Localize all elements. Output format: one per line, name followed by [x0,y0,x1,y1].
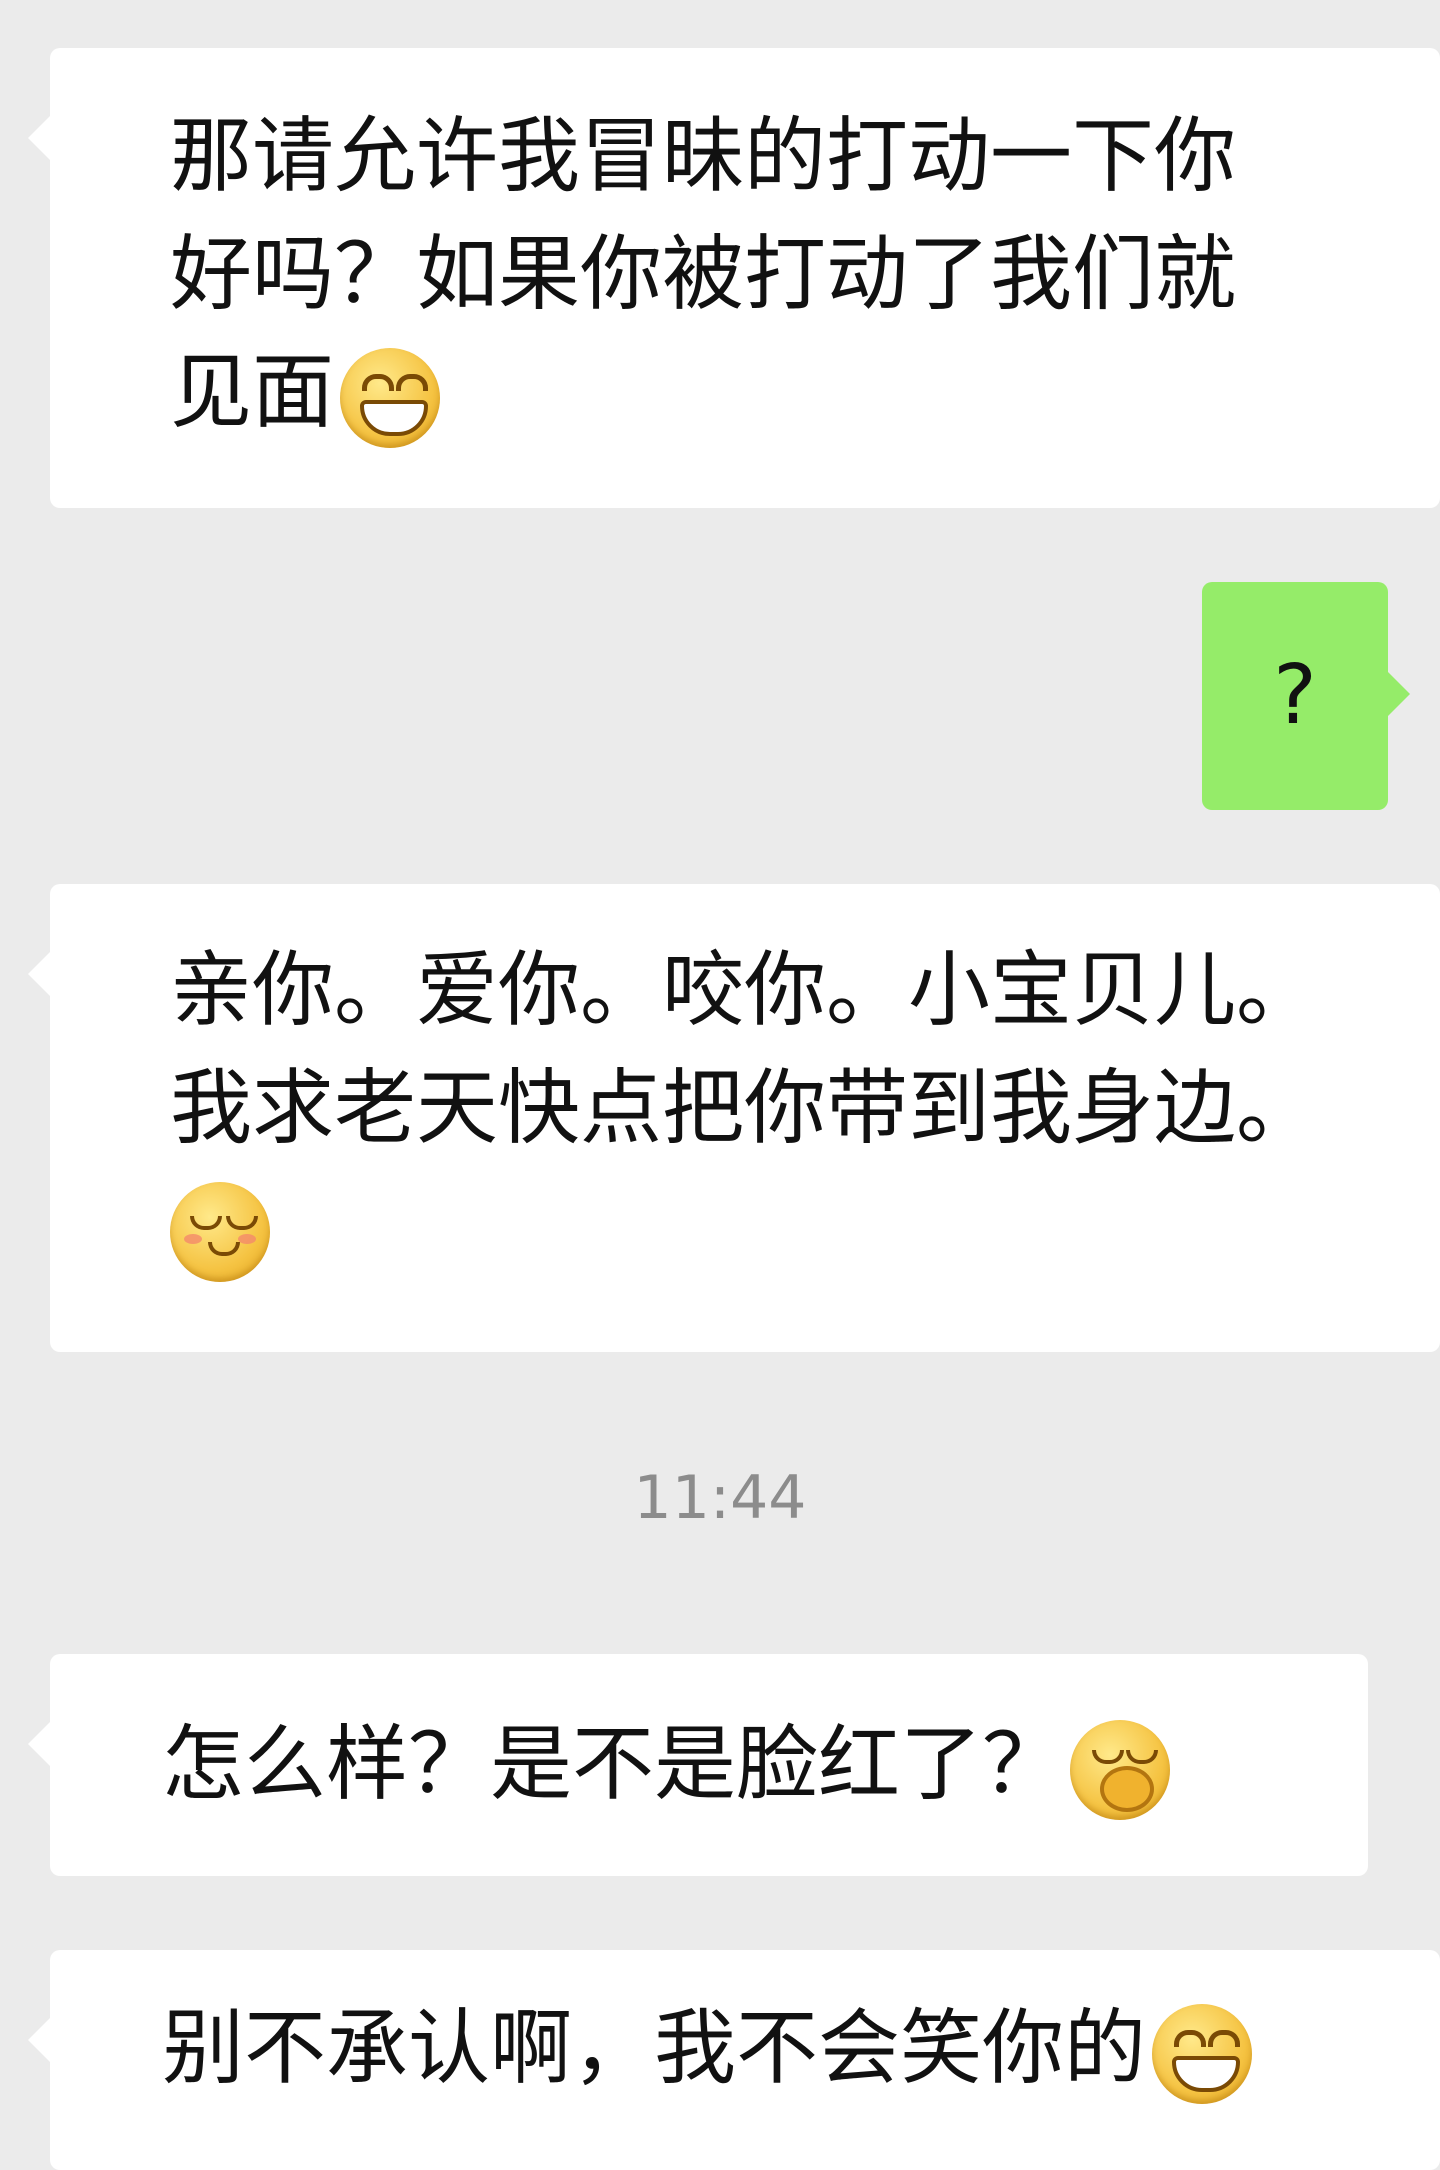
message-timestamp: 11:44 [633,1463,807,1533]
message-text: 见面 [170,345,335,440]
message-text: 怎么样？是不是脸红了？ [162,1717,1065,1812]
covering-smile-face-icon [1070,1719,1171,1820]
message-text-line: 我求老天快点把你带到我身边。 [170,1061,1319,1156]
incoming-message-bubble[interactable]: 那请允许我冒昧的打动一下你 好吗？如果你被打动了我们就 见面 [28,48,1440,508]
message-text-line: 见面 [90,334,1400,452]
message-text-line: 别不承认啊，我不会笑你的 [90,1990,1400,2108]
message-text: 别不承认啊，我不会笑你的 [162,2001,1147,2096]
incoming-message-bubble[interactable]: 别不承认啊，我不会笑你的 [28,1950,1440,2170]
message-text-line: 好吗？如果你被打动了我们就 [170,227,1237,322]
message-text: ? [1273,648,1317,743]
grinning-face-icon [340,347,441,448]
message-text-line: 怎么样？是不是脸红了？ [90,1706,1328,1824]
shy-face-icon [170,1181,270,1282]
chat-area: 那请允许我冒昧的打动一下你 好吗？如果你被打动了我们就 见面 ? 亲你。爱你。咬… [0,0,1440,2170]
outgoing-message-bubble[interactable]: ? [1202,582,1410,810]
incoming-message-bubble[interactable]: 亲你。爱你。咬你。小宝贝儿。 我求老天快点把你带到我身边。 [28,884,1440,1352]
grinning-face-icon [1152,2003,1253,2104]
message-text-line: 那请允许我冒昧的打动一下你 [170,109,1237,204]
message-text-line: 亲你。爱你。咬你。小宝贝儿。 [170,943,1319,1038]
incoming-message-bubble[interactable]: 怎么样？是不是脸红了？ [28,1654,1368,1876]
message-emoji-line [90,1168,1400,1286]
